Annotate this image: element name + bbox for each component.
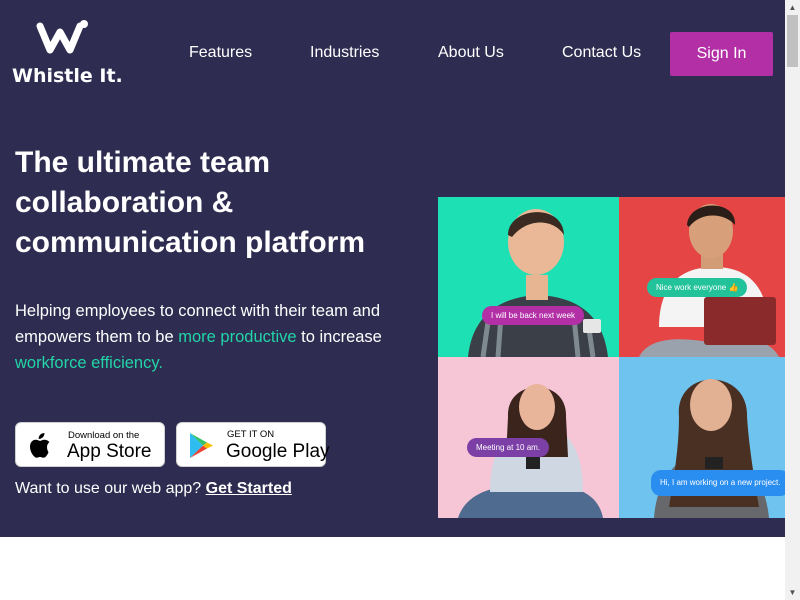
- app-store-badge[interactable]: Download on the App Store: [15, 422, 165, 467]
- hero-subtext: Helping employees to connect with their …: [15, 298, 395, 376]
- page-scrollbar[interactable]: ▲ ▼: [785, 0, 800, 600]
- subtext-accent-productive: more productive: [178, 328, 297, 346]
- chat-bubble-1: I will be back next week: [482, 306, 585, 325]
- person-illustration: [468, 209, 608, 357]
- chat-bubble-3: Meeting at 10 am.: [467, 438, 550, 457]
- chat-bubble-4: Hi, I am working on a new project.: [651, 470, 790, 496]
- google-play-icon: [190, 433, 213, 458]
- subtext-part-2: to increase: [296, 328, 382, 346]
- web-app-prompt: Want to use our web app? Get Started: [15, 480, 292, 498]
- person-illustration: [639, 204, 779, 357]
- google-play-small-text: GET IT ON: [227, 429, 275, 440]
- app-store-small-text: Download on the: [68, 430, 140, 441]
- nav-features[interactable]: Features: [189, 44, 252, 62]
- get-started-link[interactable]: Get Started: [206, 480, 292, 497]
- scroll-down-arrow-icon[interactable]: ▼: [785, 585, 800, 600]
- hero-headline: The ultimate team collaboration & commun…: [15, 146, 366, 259]
- hero-section: Whistle It. Features Industries About Us…: [0, 0, 790, 537]
- scroll-up-arrow-icon[interactable]: ▲: [785, 0, 800, 15]
- scroll-thumb[interactable]: [787, 15, 798, 67]
- google-play-badge[interactable]: GET IT ON Google Play: [176, 422, 330, 467]
- web-app-prompt-text: Want to use our web app?: [15, 480, 206, 497]
- chat-bubble-2: Nice work everyone 👍: [647, 278, 748, 297]
- apple-icon: [30, 433, 50, 458]
- brand-name: Whistle It.: [12, 65, 123, 87]
- whistle-logo-icon: [36, 20, 88, 54]
- google-play-big-text: Google Play: [226, 441, 330, 462]
- subtext-accent-efficiency: workforce efficiency.: [15, 354, 163, 372]
- people-collage: I will be back next week Nice work every…: [438, 197, 790, 518]
- app-store-big-text: App Store: [67, 441, 152, 462]
- nav-industries[interactable]: Industries: [310, 44, 379, 62]
- sign-in-button[interactable]: Sign In: [670, 32, 773, 76]
- nav-about-us[interactable]: About Us: [438, 44, 504, 62]
- collage-tile-green: [438, 197, 619, 357]
- collage-tile-red: [619, 197, 785, 357]
- nav-contact-us[interactable]: Contact Us: [562, 44, 641, 62]
- brand-logo[interactable]: Whistle It.: [12, 20, 123, 90]
